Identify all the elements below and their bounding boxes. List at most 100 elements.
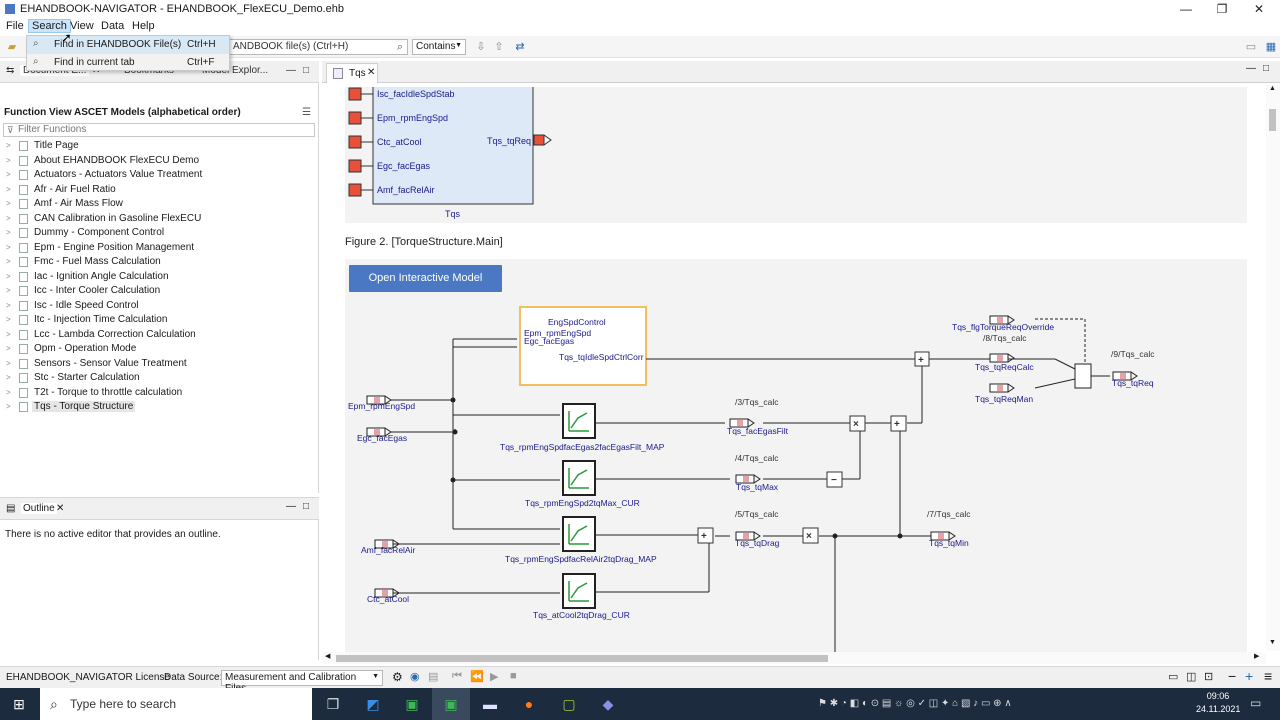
chevron-right-icon[interactable]: > xyxy=(6,402,11,411)
lookup-map-block[interactable] xyxy=(562,460,596,496)
settings-gear-icon[interactable]: ⚙ xyxy=(392,670,403,684)
perspective-icon[interactable]: ▭ xyxy=(1244,40,1258,54)
tree-item[interactable]: > Dummy - Component Control xyxy=(0,226,319,241)
teams-icon[interactable]: ◆ xyxy=(589,688,627,720)
terminal-icon[interactable]: ▬ xyxy=(471,688,509,720)
tree-item[interactable]: > Actuators - Actuators Value Treatment xyxy=(0,168,319,183)
chevron-right-icon[interactable]: > xyxy=(6,185,11,194)
stop-icon[interactable]: ■ xyxy=(510,670,517,682)
horizontal-scrollbar[interactable]: ◀ ▶ xyxy=(322,652,1266,664)
chevron-right-icon[interactable]: > xyxy=(6,272,11,281)
more-icon[interactable]: ≡ xyxy=(1264,668,1272,684)
minimize-panel-icon[interactable]: — xyxy=(286,501,296,512)
rewind-icon[interactable]: ⏪ xyxy=(470,670,484,683)
chevron-right-icon[interactable]: > xyxy=(6,243,11,252)
ascet-icon[interactable]: ▢ xyxy=(550,688,588,720)
taskbar-search-box[interactable]: ⌕ Type here to search xyxy=(40,688,312,720)
tree-item[interactable]: > Amf - Air Mass Flow xyxy=(0,197,319,212)
lookup-map-block[interactable] xyxy=(562,403,596,439)
firefox-icon[interactable]: ● xyxy=(510,688,548,720)
view-split-icon[interactable]: ◫ xyxy=(1186,670,1196,683)
chevron-right-icon[interactable]: > xyxy=(6,388,11,397)
chevron-right-icon[interactable]: > xyxy=(6,286,11,295)
tree-item[interactable]: > About EHANDBOOK FlexECU Demo xyxy=(0,154,319,169)
tab-tqs[interactable]: Tqs ✕ xyxy=(326,63,378,83)
maximize-button[interactable]: ❐ xyxy=(1204,0,1240,18)
tree-item[interactable]: > Epm - Engine Position Management xyxy=(0,241,319,256)
data-source-select[interactable]: Measurement and Calibration Files ▼ xyxy=(221,670,383,694)
tree-item[interactable]: > Opm - Operation Mode xyxy=(0,342,319,357)
zoom-in-icon[interactable]: + xyxy=(1245,668,1253,684)
tree-item[interactable]: > Isc - Idle Speed Control xyxy=(0,299,319,314)
scroll-up-icon[interactable]: ▲ xyxy=(1269,85,1276,92)
chevron-right-icon[interactable]: > xyxy=(6,330,11,339)
play-icon[interactable]: ▶ xyxy=(490,670,498,683)
scroll-left-icon[interactable]: ◀ xyxy=(325,652,330,660)
view-zoom-icon[interactable]: ⊡ xyxy=(1204,670,1213,683)
tree-item[interactable]: > Iac - Ignition Angle Calculation xyxy=(0,270,319,285)
close-icon[interactable]: ✕ xyxy=(56,503,64,514)
tree-item[interactable]: > Fmc - Fuel Mass Calculation xyxy=(0,255,319,270)
chevron-right-icon[interactable]: > xyxy=(6,257,11,266)
tree-item[interactable]: > Itc - Injection Time Calculation xyxy=(0,313,319,328)
tree-item[interactable]: > T2t - Torque to throttle calculation xyxy=(0,386,319,401)
chevron-right-icon[interactable]: > xyxy=(6,141,11,150)
ehandbook-active-icon[interactable]: ▣ xyxy=(432,688,470,720)
sync-icon[interactable]: ⇄ xyxy=(513,40,527,54)
minimize-editor-icon[interactable]: — xyxy=(1246,63,1256,74)
chevron-right-icon[interactable]: > xyxy=(6,315,11,324)
chevron-right-icon[interactable]: > xyxy=(6,214,11,223)
connect-icon[interactable]: ◉ xyxy=(410,670,420,683)
close-button[interactable]: ✕ xyxy=(1241,0,1277,18)
tree-item[interactable]: > Stc - Starter Calculation xyxy=(0,371,319,386)
maximize-panel-icon[interactable]: □ xyxy=(303,501,309,512)
chevron-right-icon[interactable]: > xyxy=(6,373,11,382)
zoom-out-icon[interactable]: − xyxy=(1228,668,1236,684)
vertical-scrollbar[interactable]: ▲ ▼ xyxy=(1266,85,1280,651)
tree-item[interactable]: > CAN Calibration in Gasoline FlexECU xyxy=(0,212,319,227)
view-single-icon[interactable]: ▭ xyxy=(1168,670,1178,683)
chevron-right-icon[interactable]: > xyxy=(6,156,11,165)
minimize-panel-icon[interactable]: — xyxy=(286,65,296,76)
maximize-panel-icon[interactable]: □ xyxy=(303,65,309,76)
list-menu-icon[interactable]: ☰ xyxy=(302,107,311,118)
tree-item[interactable]: > Title Page xyxy=(0,139,319,154)
chevron-right-icon[interactable]: > xyxy=(6,359,11,368)
filter-functions-input[interactable]: ⊽ Filter Functions xyxy=(3,123,315,137)
tree-item[interactable]: > Sensors - Sensor Value Treatment xyxy=(0,357,319,372)
tab-outline[interactable]: Outline xyxy=(21,503,57,514)
scroll-right-icon[interactable]: ▶ xyxy=(1254,652,1259,660)
menu-file[interactable]: File xyxy=(3,20,27,32)
lookup-map-block[interactable] xyxy=(562,516,596,552)
arrow-down-icon[interactable]: ⇩ xyxy=(474,40,488,54)
tree-item[interactable]: > Icc - Inter Cooler Calculation xyxy=(0,284,319,299)
menu-find-in-files[interactable]: ⌕ Find in EHANDBOOK File(s) Ctrl+H xyxy=(27,36,229,54)
search-input[interactable]: ANDBOOK file(s) (Ctrl+H) xyxy=(228,39,408,55)
notification-icon[interactable]: ▭ xyxy=(1250,696,1261,710)
chevron-right-icon[interactable]: > xyxy=(6,170,11,179)
tray-icons[interactable]: ⚑ ✱ ◔ ◧ ◐ ⊙ ▤ ☼ ◎ ✓ ◫ ✦ ⌂ ▧ ♪ ▭ ⊕ ∧ xyxy=(818,698,1012,709)
step-back-icon[interactable]: ⏮ xyxy=(452,670,462,683)
menu-find-in-tab[interactable]: ⌕ Find in current tab Ctrl+F xyxy=(27,54,229,72)
menu-data[interactable]: Data xyxy=(98,20,127,32)
chevron-right-icon[interactable]: > xyxy=(6,301,11,310)
open-folder-icon[interactable]: ▰ xyxy=(5,40,19,54)
windows-start-icon[interactable]: ⊞ xyxy=(0,688,38,720)
maximize-editor-icon[interactable]: □ xyxy=(1263,63,1269,74)
hscroll-thumb[interactable] xyxy=(336,655,828,662)
scroll-thumb[interactable] xyxy=(1269,109,1276,131)
scroll-down-icon[interactable]: ▼ xyxy=(1269,639,1276,646)
ehandbook-app-icon[interactable]: ▣ xyxy=(393,688,431,720)
sheet-icon[interactable]: ▤ xyxy=(428,670,438,683)
tree-item[interactable]: > Afr - Air Fuel Ratio xyxy=(0,183,319,198)
minimize-button[interactable]: — xyxy=(1168,0,1204,18)
chevron-right-icon[interactable]: > xyxy=(6,199,11,208)
tree-item[interactable]: > Tqs - Torque Structure xyxy=(0,400,319,415)
tree-item[interactable]: > Lcc - Lambda Correction Calculation xyxy=(0,328,319,343)
search-icon[interactable]: ⌕ xyxy=(393,40,407,54)
arrow-up-icon[interactable]: ⇧ xyxy=(492,40,506,54)
task-view-icon[interactable]: ❐ xyxy=(314,688,352,720)
layout-icon[interactable]: ▦ xyxy=(1264,40,1278,54)
match-mode-select[interactable]: Contains ▼ xyxy=(412,39,466,55)
chevron-right-icon[interactable]: > xyxy=(6,344,11,353)
